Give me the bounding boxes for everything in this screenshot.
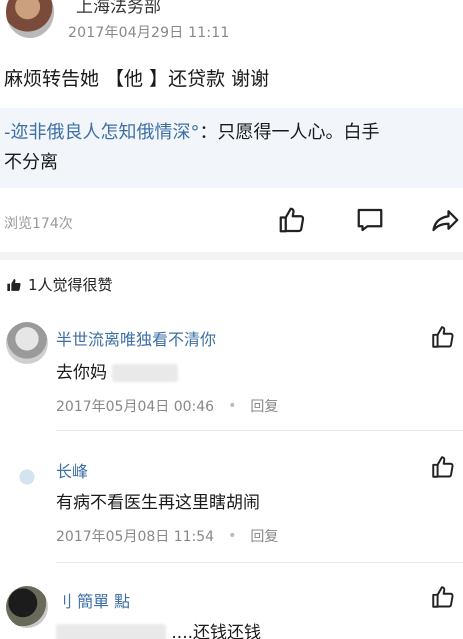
share-button[interactable] bbox=[430, 204, 462, 236]
comment-like-button[interactable] bbox=[430, 324, 458, 352]
share-arrow-icon bbox=[432, 210, 459, 232]
redacted-text bbox=[112, 364, 179, 382]
post-content: 麻烦转告她 【他 】还贷款 谢谢 bbox=[4, 68, 270, 90]
comment-bubble-icon bbox=[357, 208, 383, 232]
comment-text: 去你妈 bbox=[56, 363, 107, 383]
comment-time: 2017年05月08日 11:54 bbox=[56, 529, 215, 545]
reply-button[interactable]: 回复 bbox=[250, 526, 278, 546]
post-action-bar: 浏览174次 bbox=[0, 198, 463, 244]
comment-text: ....还钱还钱 bbox=[171, 623, 262, 639]
quoted-text-2: 不分离 bbox=[4, 152, 58, 173]
comment-text-row: ....还钱还钱 bbox=[56, 618, 261, 639]
thumbs-up-filled-icon bbox=[7, 278, 21, 291]
comment-text: 有病不看医生再这里瞎胡闹 bbox=[56, 493, 260, 513]
comment-author[interactable]: 长峰 bbox=[56, 458, 88, 482]
comment-item: 半世流离唯独看不清你 去你妈 2017年05月04日 00:46 • 回复 bbox=[0, 320, 463, 432]
comment-author[interactable]: 刂 簡單 點 bbox=[56, 588, 130, 612]
comment-divider bbox=[56, 562, 463, 563]
post-author[interactable]: 上海法务部 bbox=[76, 0, 161, 17]
quoted-text-1: 只愿得一人心。白手 bbox=[217, 122, 380, 143]
post-timestamp: 2017年04月29日 11:11 bbox=[68, 25, 230, 41]
comment-meta: 2017年05月04日 00:46 • 回复 bbox=[56, 396, 278, 416]
quoted-line-1: -迩非俄良人怎知俄情深°：只愿得一人心。白手 bbox=[4, 118, 459, 144]
like-button[interactable] bbox=[276, 204, 308, 236]
meta-dot: • bbox=[228, 398, 237, 414]
post-header: 上海法务部 2017年04月29日 11:11 bbox=[0, 0, 463, 50]
comment-button[interactable] bbox=[354, 204, 386, 236]
meta-dot: • bbox=[228, 528, 237, 544]
thumbs-up-icon bbox=[432, 326, 454, 348]
comment-divider bbox=[56, 430, 463, 431]
reply-button[interactable]: 回复 bbox=[250, 396, 278, 416]
author-avatar[interactable] bbox=[6, 0, 54, 38]
comment-text-row: 去你妈 bbox=[56, 358, 179, 383]
comment-item: 长峰 有病不看医生再这里瞎胡闹 2017年05月08日 11:54 • 回复 bbox=[0, 452, 463, 564]
view-count: 浏览174次 bbox=[4, 216, 73, 232]
comment-meta: 2017年05月08日 11:54 • 回复 bbox=[56, 526, 278, 546]
likes-summary-text: 1人觉得很赞 bbox=[28, 276, 113, 294]
comment-author[interactable]: 半世流离唯独看不清你 bbox=[56, 326, 216, 350]
quoted-post[interactable]: -迩非俄良人怎知俄情深°：只愿得一人心。白手 不分离 bbox=[0, 108, 463, 188]
comment-time: 2017年05月04日 00:46 bbox=[56, 399, 215, 415]
redacted-text bbox=[56, 624, 166, 639]
thumbs-up-icon bbox=[432, 456, 454, 478]
comment-like-button[interactable] bbox=[430, 454, 458, 482]
comment-avatar[interactable] bbox=[6, 456, 48, 498]
comment-avatar[interactable] bbox=[6, 322, 48, 364]
likes-summary[interactable]: 1人觉得很赞 bbox=[6, 274, 113, 295]
thumbs-up-icon bbox=[432, 586, 454, 608]
comment-item: 刂 簡單 點 ....还钱还钱 bbox=[0, 580, 463, 639]
section-divider bbox=[0, 252, 463, 260]
comment-avatar[interactable] bbox=[6, 586, 48, 628]
quoted-separator: ： bbox=[199, 122, 218, 143]
thumbs-up-icon bbox=[279, 207, 305, 233]
quoted-user-link[interactable]: -迩非俄良人怎知俄情深° bbox=[4, 122, 200, 143]
comment-like-button[interactable] bbox=[430, 584, 458, 612]
